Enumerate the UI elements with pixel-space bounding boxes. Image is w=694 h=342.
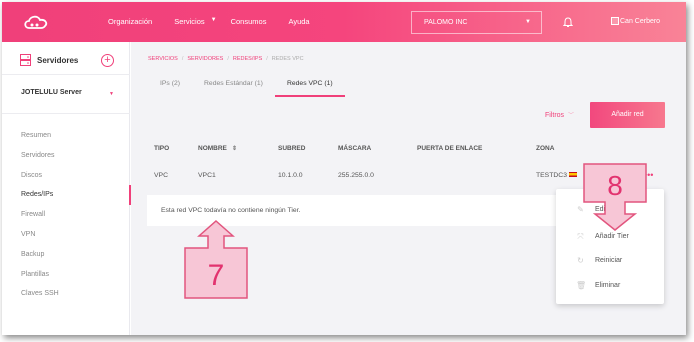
breadcrumb-servicios[interactable]: SERVICIOS <box>148 56 178 62</box>
menu-item-eliminar[interactable]: 🗑 Eliminar <box>556 275 664 299</box>
nav-servicios[interactable]: Servicios <box>174 17 204 26</box>
breadcrumb-redes-ips[interactable]: REDES/IPS <box>233 56 262 62</box>
breadcrumb-separator: / <box>181 56 184 62</box>
menu-item-reiniciar[interactable]: ↻ Reiniciar <box>556 250 664 274</box>
nav-consumos[interactable]: Consumos <box>231 17 267 26</box>
trash-icon: 🗑 <box>576 281 587 290</box>
sidebar-item-discos[interactable]: Discos <box>2 166 130 186</box>
chevron-down-icon: ▼ <box>525 19 531 25</box>
step-8-callout: 8 <box>583 163 647 231</box>
menu-item-label: Eliminar <box>595 282 621 289</box>
organization-select[interactable]: PALOMO INC ▼ <box>411 11 542 34</box>
cell-mascara: 255.255.0.0 <box>338 172 374 179</box>
sidebar: Servidores + JOTELULU Server ▼ Resumen S… <box>2 42 131 335</box>
column-header-puerta: PUERTA DE ENLACE <box>417 145 483 152</box>
menu-item-label: Añadir Tier <box>595 233 629 240</box>
breadcrumb-current: REDES VPC <box>271 56 304 62</box>
breadcrumb-separator: / <box>266 56 268 62</box>
step-7-number: 7 <box>208 259 225 292</box>
user-menu[interactable]: Can Cerbero <box>611 17 660 25</box>
step-8-number: 8 <box>607 170 623 201</box>
add-network-button[interactable]: Añadir red <box>590 102 665 128</box>
column-header-tipo: TIPO <box>154 145 170 152</box>
divider <box>2 74 130 75</box>
sidebar-item-vpn[interactable]: VPN <box>2 225 130 245</box>
app-window: Organización Servicios ▼ Consumos Ayuda … <box>2 2 686 335</box>
column-header-nombre[interactable]: NOMBRE <box>198 145 227 152</box>
cell-tipo: VPC <box>154 172 168 179</box>
nav-ayuda[interactable]: Ayuda <box>288 17 309 26</box>
user-name: Can Cerbero <box>620 17 661 25</box>
sidebar-item-claves-ssh[interactable]: Claves SSH <box>2 284 130 304</box>
breadcrumb: SERVICIOS / SERVIDORES / REDES/IPS / RED… <box>148 56 308 62</box>
filters-label: Filtros <box>545 112 565 119</box>
spain-flag-icon <box>568 172 577 177</box>
sort-icon[interactable]: ⇕ <box>232 145 237 152</box>
sidebar-item-resumen[interactable]: Resumen <box>2 126 130 146</box>
cloud-logo-icon[interactable] <box>22 12 50 32</box>
avatar <box>611 17 619 25</box>
sidebar-item-backup[interactable]: Backup <box>2 245 130 265</box>
breadcrumb-servidores[interactable]: SERVIDORES <box>187 56 223 62</box>
column-header-subred: SUBRED <box>278 145 306 152</box>
nav-organizacion[interactable]: Organización <box>108 17 152 26</box>
expand-icon: ⤧ <box>577 232 584 241</box>
sidebar-menu: Resumen Servidores Discos Redes/IPs Fire… <box>2 126 131 304</box>
cell-zona: TESTDC3 <box>536 172 577 179</box>
sidebar-item-firewall[interactable]: Firewall <box>2 205 130 225</box>
tab-redes-estandar[interactable]: Redes Estándar (1) <box>192 76 275 97</box>
top-bar: Organización Servicios ▼ Consumos Ayuda … <box>2 2 686 42</box>
chevron-down-icon[interactable]: ▼ <box>211 17 217 26</box>
bell-icon[interactable] <box>563 17 573 28</box>
refresh-icon: ↻ <box>577 256 584 265</box>
organization-select-value: PALOMO INC <box>424 19 468 26</box>
tab-bar: IPs (2) Redes Estándar (1) Redes VPC (1) <box>148 76 345 97</box>
chevron-down-icon[interactable]: ▼ <box>109 91 114 97</box>
add-server-button[interactable]: + <box>101 54 114 67</box>
sidebar-item-plantillas[interactable]: Plantillas <box>2 265 130 285</box>
column-header-zona: ZONA <box>536 145 555 152</box>
server-icon <box>20 54 31 66</box>
zone-name: TESTDC3 <box>536 172 567 179</box>
server-select[interactable]: JOTELULU Server <box>21 89 82 96</box>
step-7-callout: 7 <box>184 220 248 299</box>
tab-ips[interactable]: IPs (2) <box>148 76 192 97</box>
cell-nombre: VPC1 <box>198 172 216 179</box>
menu-item-label: Reiniciar <box>595 257 623 264</box>
sidebar-item-servidores[interactable]: Servidores <box>2 146 130 166</box>
tab-redes-vpc[interactable]: Redes VPC (1) <box>274 76 345 97</box>
chevron-down-icon: ﹀ <box>568 113 575 119</box>
sidebar-header: Servidores <box>20 54 78 66</box>
main-nav: Organización Servicios ▼ Consumos Ayuda <box>108 17 332 26</box>
filters-button[interactable]: Filtros ﹀ <box>545 110 574 119</box>
cell-subred: 10.1.0.0 <box>278 172 303 179</box>
divider <box>2 113 130 114</box>
sidebar-title: Servidores <box>37 55 79 65</box>
breadcrumb-separator: / <box>227 56 229 62</box>
column-header-mascara: MÁSCARA <box>338 145 372 152</box>
sidebar-item-redes-ips[interactable]: Redes/IPs <box>2 185 131 206</box>
